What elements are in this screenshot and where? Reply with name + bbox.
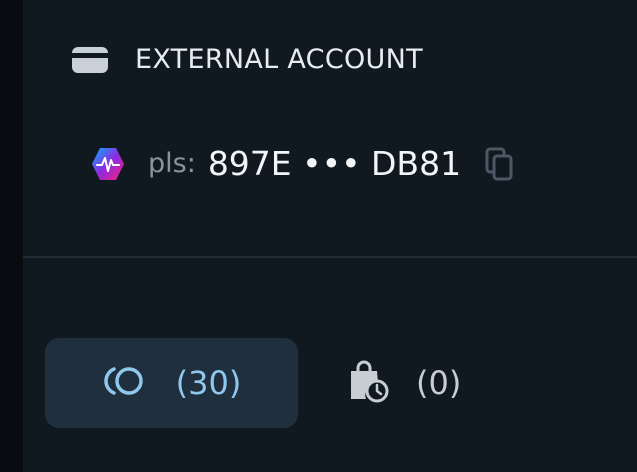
left-sidebar-edge <box>0 0 23 472</box>
pending-count: (0) <box>416 364 462 402</box>
tab-pending[interactable]: (0) <box>346 338 526 428</box>
account-panel: EXTERNAL ACCOUNT pls: 897E ••• DB81 (30)… <box>23 0 637 472</box>
account-title: EXTERNAL ACCOUNT <box>135 44 423 75</box>
pulsechain-icon <box>90 146 126 182</box>
section-divider <box>23 256 637 258</box>
tokens-icon <box>102 364 148 402</box>
tokens-count: (30) <box>175 364 242 402</box>
tab-tokens[interactable]: (30) <box>45 338 298 428</box>
account-address: 897E ••• DB81 <box>207 144 462 183</box>
account-address-row: pls: 897E ••• DB81 <box>90 144 515 183</box>
wallet-icon <box>71 45 109 75</box>
account-header: EXTERNAL ACCOUNT <box>71 44 423 75</box>
pending-bag-clock-icon <box>346 359 390 407</box>
address-prefix: pls: <box>148 148 196 179</box>
copy-icon[interactable] <box>483 146 515 182</box>
